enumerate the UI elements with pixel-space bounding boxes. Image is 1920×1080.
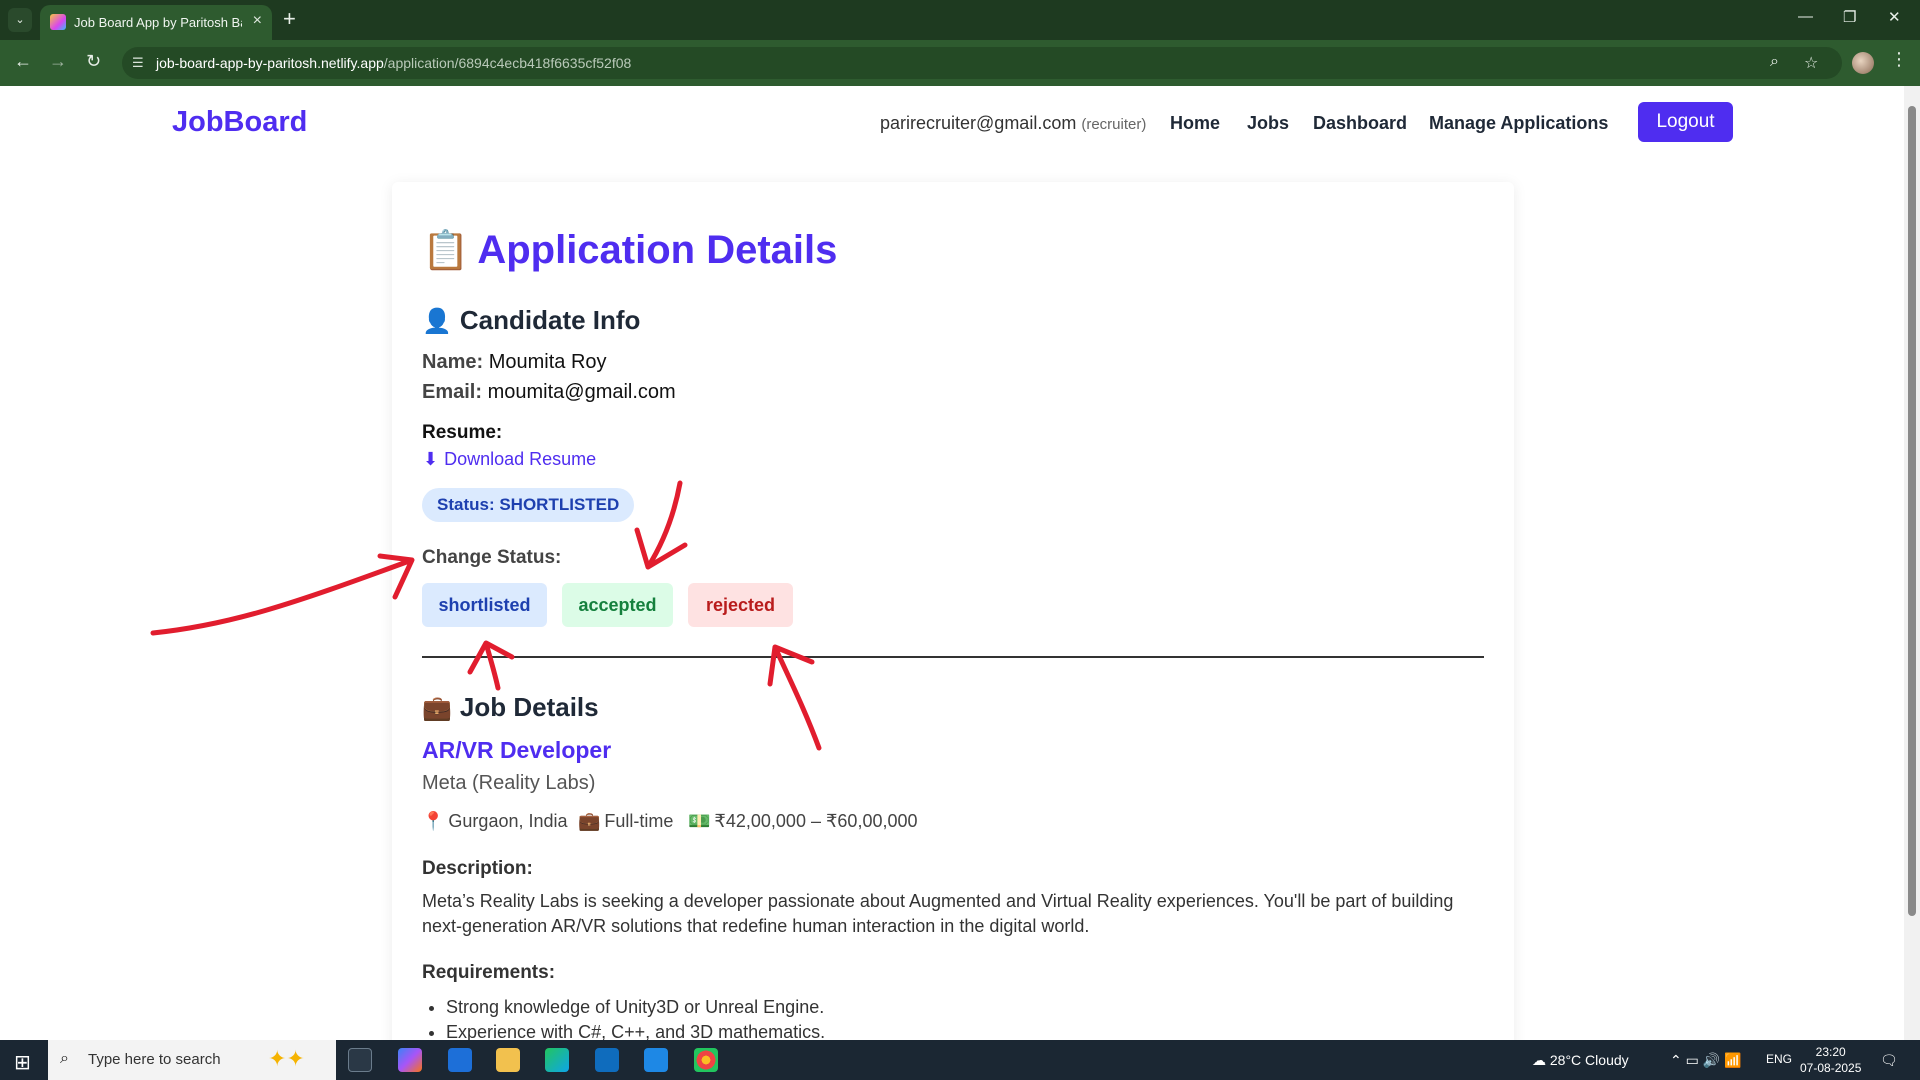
outlook-icon[interactable] bbox=[595, 1048, 619, 1072]
search-placeholder: Type here to search bbox=[88, 1051, 221, 1068]
arrow-to-accepted bbox=[634, 480, 688, 570]
edge-icon[interactable] bbox=[545, 1048, 569, 1072]
arrow-to-shortlisted bbox=[467, 640, 515, 691]
copilot-icon[interactable] bbox=[398, 1048, 422, 1072]
tray-icons[interactable]: ⌃ ▭ 🔊 📶 bbox=[1670, 1052, 1742, 1069]
arrow-to-rejected bbox=[767, 644, 822, 751]
scrollbar-thumb[interactable] bbox=[1908, 106, 1916, 916]
file-explorer-icon[interactable] bbox=[496, 1048, 520, 1072]
vscode-icon[interactable] bbox=[644, 1048, 668, 1072]
cloud-icon: ☁ bbox=[1532, 1052, 1546, 1068]
windows-taskbar: ⊞ ⌕ Type here to search ✦✦ ☁ 28°C Cloudy… bbox=[0, 1040, 1920, 1080]
store-icon[interactable] bbox=[448, 1048, 472, 1072]
language-indicator[interactable]: ENG bbox=[1766, 1052, 1792, 1066]
chrome-icon[interactable] bbox=[694, 1048, 718, 1072]
annotation-arrows bbox=[150, 480, 822, 751]
search-highlight-icon: ✦✦ bbox=[268, 1046, 305, 1071]
weather-widget[interactable]: ☁ 28°C Cloudy bbox=[1532, 1052, 1629, 1069]
arrow-to-change-status bbox=[150, 553, 415, 636]
taskbar-search[interactable]: ⌕ Type here to search ✦✦ bbox=[48, 1040, 336, 1080]
system-clock[interactable]: 23:20 07-08-2025 bbox=[1800, 1044, 1861, 1076]
page-scrollbar[interactable] bbox=[1904, 86, 1920, 1040]
task-view-icon[interactable] bbox=[348, 1048, 372, 1072]
notification-icon[interactable]: 🗨 bbox=[1880, 1052, 1898, 1069]
search-icon: ⌕ bbox=[60, 1050, 69, 1067]
windows-start-icon[interactable]: ⊞ bbox=[14, 1050, 31, 1075]
